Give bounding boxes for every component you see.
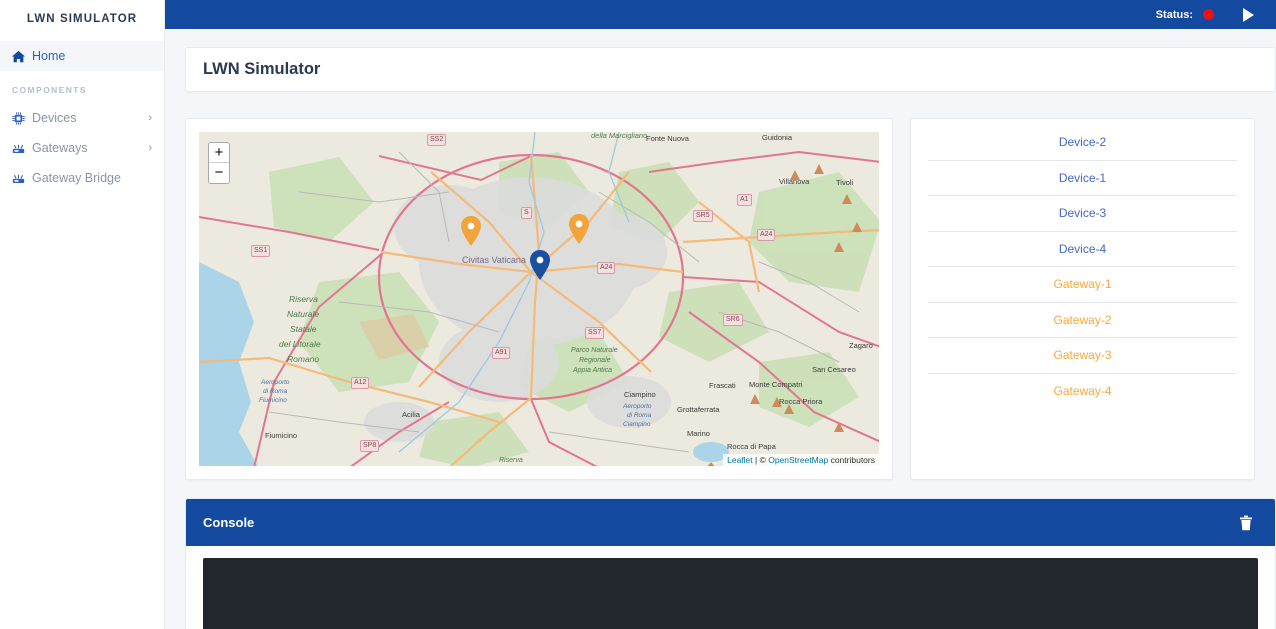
sidebar-item-gateway-bridge-label: Gateway Bridge bbox=[32, 171, 121, 185]
node-list-item-device-2[interactable]: Device-2 bbox=[928, 125, 1237, 161]
console-card: Console bbox=[185, 498, 1276, 629]
console-header: Console bbox=[186, 499, 1275, 546]
leaflet-link[interactable]: Leaflet bbox=[727, 455, 753, 465]
node-list-item-gateway-4[interactable]: Gateway-4 bbox=[928, 374, 1237, 410]
home-icon bbox=[12, 50, 32, 63]
trash-icon[interactable] bbox=[1239, 515, 1253, 531]
node-list-card: Device-2 Device-1 Device-3 Device-4 Gateway-… bbox=[910, 118, 1255, 480]
node-label: Device-2 bbox=[1058, 135, 1107, 150]
top-navbar: Status: bbox=[165, 0, 1276, 29]
map-attribution: Leaflet | © OpenStreetMap contributors bbox=[723, 454, 879, 466]
leaflet-map[interactable]: della Marcigliano Fonte Nuova Guidonia Vill… bbox=[199, 132, 879, 466]
sidebar-item-home[interactable]: Home bbox=[0, 41, 164, 71]
openstreetmap-link[interactable]: OpenStreetMap bbox=[768, 455, 828, 465]
map-pin-icon bbox=[569, 214, 589, 244]
node-label: Gateway-2 bbox=[1053, 312, 1112, 327]
zoom-out-button[interactable]: − bbox=[209, 163, 229, 183]
attribution-separator: | © bbox=[752, 455, 769, 465]
start-simulator-button[interactable] bbox=[1238, 5, 1258, 25]
console-output[interactable] bbox=[203, 558, 1258, 629]
device-marker-1[interactable] bbox=[530, 250, 550, 280]
router-icon bbox=[12, 172, 32, 185]
node-label: Device-1 bbox=[1058, 170, 1107, 185]
page-title-card: LWN Simulator bbox=[185, 47, 1276, 92]
gateway-marker-2[interactable] bbox=[569, 214, 589, 244]
node-list-item-device-3[interactable]: Device-3 bbox=[928, 196, 1237, 232]
map-pin-icon bbox=[461, 216, 481, 246]
node-label: Gateway-1 bbox=[1053, 277, 1112, 292]
map-pin-icon bbox=[530, 250, 550, 280]
map-zoom-controls: + − bbox=[208, 142, 230, 184]
attribution-suffix: contributors bbox=[828, 455, 875, 465]
brand-logo[interactable]: LWN SIMULATOR bbox=[0, 0, 164, 29]
zoom-in-button[interactable]: + bbox=[209, 143, 229, 163]
node-label: Gateway-3 bbox=[1053, 348, 1112, 363]
console-title: Console bbox=[203, 515, 255, 530]
sidebar-item-gateway-bridge[interactable]: Gateway Bridge bbox=[0, 163, 164, 193]
node-label: Gateway-4 bbox=[1053, 384, 1112, 399]
sidebar-section-components: COMPONENTS bbox=[12, 85, 87, 95]
sidebar: LWN SIMULATOR Home COMPONENTS Devices › … bbox=[0, 0, 165, 629]
sidebar-item-devices-label: Devices bbox=[32, 111, 77, 125]
sidebar-item-gateways[interactable]: Gateways › bbox=[0, 133, 164, 163]
node-label: Device-4 bbox=[1058, 241, 1107, 256]
app-root: LWN SIMULATOR Home COMPONENTS Devices › … bbox=[0, 0, 1276, 629]
chevron-right-icon: › bbox=[148, 142, 152, 154]
node-list: Device-2 Device-1 Device-3 Device-4 Gateway-… bbox=[928, 125, 1237, 409]
node-list-item-gateway-2[interactable]: Gateway-2 bbox=[928, 303, 1237, 338]
main-content: LWN Simulator della Marcigliano Fonte Nu… bbox=[165, 29, 1276, 629]
sidebar-item-devices[interactable]: Devices › bbox=[0, 103, 164, 133]
map-marker-layer bbox=[199, 132, 879, 466]
sidebar-item-home-label: Home bbox=[32, 49, 66, 63]
status-label: Status: bbox=[1155, 8, 1193, 21]
chip-icon bbox=[12, 111, 32, 125]
sidebar-item-gateways-label: Gateways bbox=[32, 141, 88, 155]
node-label: Device-3 bbox=[1058, 206, 1107, 221]
status-badge bbox=[1203, 9, 1214, 20]
gateway-marker-1[interactable] bbox=[461, 216, 481, 246]
node-list-item-gateway-3[interactable]: Gateway-3 bbox=[928, 338, 1237, 374]
node-list-item-device-4[interactable]: Device-4 bbox=[928, 232, 1237, 267]
sidebar-divider bbox=[0, 29, 164, 41]
chevron-right-icon: › bbox=[148, 112, 152, 124]
router-icon bbox=[12, 142, 32, 155]
page-title: LWN Simulator bbox=[203, 60, 321, 78]
map-card: della Marcigliano Fonte Nuova Guidonia Vill… bbox=[185, 118, 893, 480]
node-list-item-gateway-1[interactable]: Gateway-1 bbox=[928, 267, 1237, 303]
node-list-item-device-1[interactable]: Device-1 bbox=[928, 161, 1237, 196]
